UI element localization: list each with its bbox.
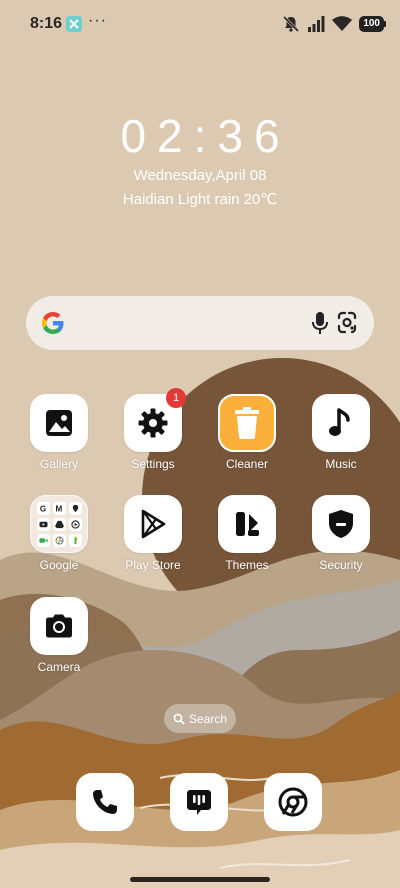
weather-summary: Haidian Light rain 20℃ (122, 191, 278, 208)
wifi-icon (332, 16, 353, 31)
home-indicator[interactable] (130, 877, 270, 882)
app-label: Camera (37, 660, 81, 674)
battery-level: 100 (359, 16, 384, 32)
app-label: Google (39, 558, 79, 572)
app-play-store[interactable]: Play Store (112, 495, 194, 585)
gallery-icon (30, 394, 88, 452)
google-logo-icon (42, 312, 64, 334)
app-label: Themes (225, 558, 269, 572)
maps-mini-icon (68, 501, 82, 515)
messages-icon (187, 790, 211, 815)
photos-mini-icon (52, 533, 66, 547)
home-search-button[interactable]: Search (164, 704, 236, 733)
chrome-icon (278, 787, 308, 817)
app-notification-icon (66, 16, 82, 32)
microphone-icon[interactable] (307, 309, 333, 337)
files-mini-icon (68, 533, 82, 547)
mute-icon (283, 15, 300, 33)
app-label: Music (325, 457, 357, 471)
gmail-mini-icon: M (52, 501, 66, 515)
signal-icon (308, 16, 325, 32)
status-time: 8:16 (30, 15, 63, 32)
app-label: Play Store (125, 558, 181, 572)
themes-icon (218, 495, 276, 553)
app-gallery[interactable]: Gallery (18, 394, 100, 484)
clock-date: Wednesday,April 08 (133, 167, 267, 184)
app-label: Gallery (39, 457, 78, 471)
play-store-icon (124, 495, 182, 553)
app-folder-google[interactable]: G M Google (18, 495, 100, 585)
music-note-icon (312, 394, 370, 452)
notification-badge: 1 (166, 388, 186, 408)
google-lens-icon[interactable] (335, 309, 359, 337)
dock-messages[interactable] (170, 773, 228, 831)
dock-chrome[interactable] (264, 773, 322, 831)
drive-mini-icon (52, 517, 66, 531)
app-music[interactable]: Music (300, 394, 382, 484)
app-label: Security (319, 558, 363, 572)
app-cleaner[interactable]: Cleaner (206, 394, 288, 484)
trash-icon (218, 394, 276, 452)
phone-icon (93, 790, 117, 814)
app-themes[interactable]: Themes (206, 495, 288, 585)
app-settings[interactable]: 1 Settings (112, 388, 194, 484)
app-camera[interactable]: Camera (18, 597, 100, 687)
shield-icon (312, 495, 370, 553)
battery-icon: 100 (359, 16, 386, 32)
youtube-mini-icon (36, 517, 50, 531)
home-search-label: Search (188, 711, 228, 726)
google-mini-icon: G (36, 501, 50, 515)
app-label: Settings (131, 457, 175, 471)
folder-icon: G M (30, 495, 88, 553)
clock-time: 02:36 (120, 110, 291, 162)
more-notifications-icon: ··· (88, 12, 107, 29)
status-bar: 8:16 ··· 100 (0, 0, 400, 48)
search-icon (173, 713, 185, 725)
app-security[interactable]: Security (300, 495, 382, 585)
app-label: Cleaner (225, 457, 269, 471)
clock-widget[interactable]: 02:36 Wednesday,April 08 Haidian Light r… (0, 110, 400, 208)
svg-text:G: G (39, 504, 45, 512)
play-mini-icon (68, 517, 82, 531)
svg-text:M: M (55, 504, 62, 512)
meet-mini-icon (36, 533, 50, 547)
dock-phone[interactable] (76, 773, 134, 831)
camera-icon (30, 597, 88, 655)
google-search-bar[interactable] (26, 296, 374, 350)
